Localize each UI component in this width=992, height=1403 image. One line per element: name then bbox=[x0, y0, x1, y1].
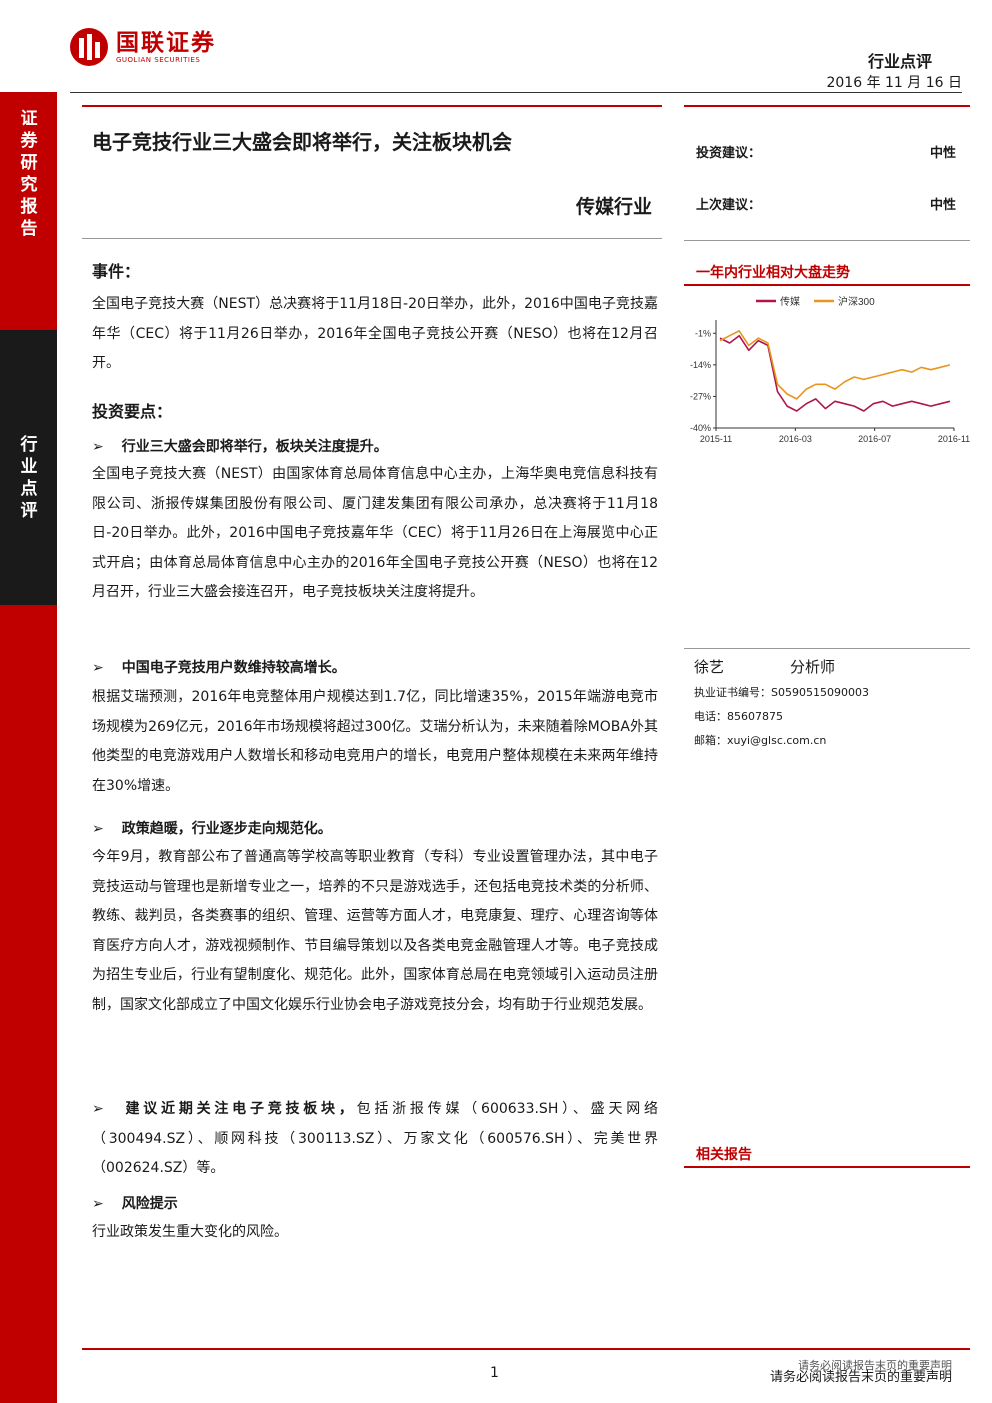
phone-label: 电话： bbox=[694, 710, 727, 723]
series-line bbox=[719, 330, 951, 400]
recommend-text: ➢ 建议近期关注电子竞技板块，包括浙报传媒（600633.SH）、盛天网络（300… bbox=[92, 1095, 658, 1184]
sidebar bbox=[0, 92, 57, 1403]
relative-trend-chart: 传媒 沪深300 -1% -14% -27% -40%2015-11 2016-03 201… bbox=[690, 295, 970, 444]
logo-cn: 国联证券 bbox=[116, 29, 216, 56]
email-address[interactable]: xuyi@glsc.com.cn bbox=[727, 734, 826, 747]
analyst-top-rule bbox=[684, 648, 970, 649]
legend-label: 沪深300 bbox=[838, 295, 875, 308]
invest-value: 中性 bbox=[930, 146, 957, 161]
recommend-bold: 建议近期关注电子竞技板块， bbox=[121, 1101, 357, 1117]
footer-rule bbox=[82, 1348, 970, 1350]
point-1-text: 全国电子竞技大赛（NEST）由国家体育总局体育信息中心主办，上海华奥电竞信息科技… bbox=[92, 466, 658, 600]
y-tick-label: -40% bbox=[690, 423, 711, 433]
analyst-role: 分析师 bbox=[790, 658, 836, 676]
footer-note: 请务必阅读报告末页的重要声明 bbox=[769, 1370, 952, 1385]
page-number: 1 bbox=[490, 1365, 499, 1381]
header-divider bbox=[70, 92, 962, 93]
invest-label: 投资建议： bbox=[696, 146, 762, 161]
doc-type: 行业点评 bbox=[867, 52, 932, 71]
risk-text: 行业政策发生重大变化的风险。 bbox=[92, 1224, 288, 1240]
x-tick-label: 2016-11 bbox=[938, 434, 970, 444]
title-bottom-rule bbox=[82, 238, 662, 239]
points-heading: 投资要点： bbox=[92, 402, 173, 421]
arrow-bullet-icon: ➢ bbox=[92, 1101, 104, 1117]
rating-top-rule bbox=[684, 105, 970, 107]
point-2-title-text: 中国电子竞技用户数维持较高增长。 bbox=[121, 660, 346, 676]
point-1-title-text: 行业三大盛会即将举行，板块关注度提升。 bbox=[121, 439, 388, 455]
risk-title: ➢ 风险提示 bbox=[92, 1193, 178, 1213]
point-2-text: 根据艾瑞预测，2016年电竞整体用户规模达到1.7亿，同比增速35%，2015年… bbox=[92, 689, 658, 794]
arrow-bullet-icon: ➢ bbox=[92, 660, 104, 676]
y-tick-label: -27% bbox=[690, 391, 711, 401]
related-reports-title: 相关报告 bbox=[696, 1147, 752, 1163]
event-text: 全国电子竞技大赛（NEST）总决赛将于11月18日-20日举办，此外，2016中… bbox=[92, 296, 658, 371]
point-1-title: ➢ 行业三大盛会即将举行，板块关注度提升。 bbox=[92, 436, 388, 456]
x-tick-label: 2016-07 bbox=[858, 434, 891, 444]
series-line bbox=[719, 334, 951, 412]
risk-title-text: 风险提示 bbox=[121, 1196, 178, 1212]
x-tick-label: 2016-03 bbox=[779, 434, 812, 444]
page-title: 电子竞技行业三大盛会即将举行，关注板块机会 bbox=[92, 130, 512, 154]
analyst-name: 徐艺 bbox=[694, 658, 725, 676]
rating-bottom-rule bbox=[684, 240, 970, 241]
chart-panel-title: 一年内行业相对大盘走势 bbox=[696, 265, 850, 281]
prev-label: 上次建议： bbox=[696, 198, 762, 213]
legend-label: 传媒 bbox=[780, 296, 800, 308]
prev-value: 中性 bbox=[930, 198, 957, 213]
logo-en: GUOLIAN SECURITIES bbox=[116, 55, 201, 64]
analyst-email[interactable]: 邮箱：xuyi@glsc.com.cn bbox=[694, 732, 826, 748]
logo-mark-icon bbox=[70, 28, 108, 66]
industry-label: 传媒行业 bbox=[575, 196, 652, 218]
arrow-bullet-icon: ➢ bbox=[92, 439, 104, 455]
doc-date: 2016 年 11 月 16 日 bbox=[826, 75, 962, 91]
point-3-title: ➢ 政策趋暖，行业逐步走向规范化。 bbox=[92, 818, 332, 838]
event-heading: 事件： bbox=[92, 262, 141, 281]
point-3-text: 今年9月，教育部公布了普通高等学校高等职业教育（专科）专业设置管理办法，其中电子… bbox=[92, 849, 658, 1013]
arrow-bullet-icon: ➢ bbox=[92, 821, 104, 837]
email-label: 邮箱： bbox=[694, 734, 727, 747]
y-tick-label: -14% bbox=[690, 360, 711, 370]
sidebar-label-top: 证券研究报告 bbox=[20, 109, 38, 239]
x-tick-label: 2015-11 bbox=[700, 434, 732, 444]
cert-number: S0590515090003 bbox=[771, 686, 869, 699]
point-2-title: ➢ 中国电子竞技用户数维持较高增长。 bbox=[92, 657, 346, 677]
phone-number: 85607875 bbox=[727, 710, 783, 723]
company-logo: 国联证券 GUOLIAN SECURITIES bbox=[70, 28, 216, 66]
related-reports-rule bbox=[684, 1166, 970, 1168]
point-3-title-text: 政策趋暖，行业逐步走向规范化。 bbox=[121, 821, 332, 837]
arrow-bullet-icon: ➢ bbox=[92, 1196, 104, 1212]
cert-label: 执业证书编号： bbox=[694, 686, 771, 699]
analyst-cert: 执业证书编号：S0590515090003 bbox=[694, 684, 869, 700]
title-top-rule bbox=[82, 105, 662, 107]
y-tick-label: -1% bbox=[695, 328, 711, 338]
analyst-phone: 电话：85607875 bbox=[694, 708, 783, 724]
sidebar-label-dark: 行业点评 bbox=[20, 435, 38, 521]
